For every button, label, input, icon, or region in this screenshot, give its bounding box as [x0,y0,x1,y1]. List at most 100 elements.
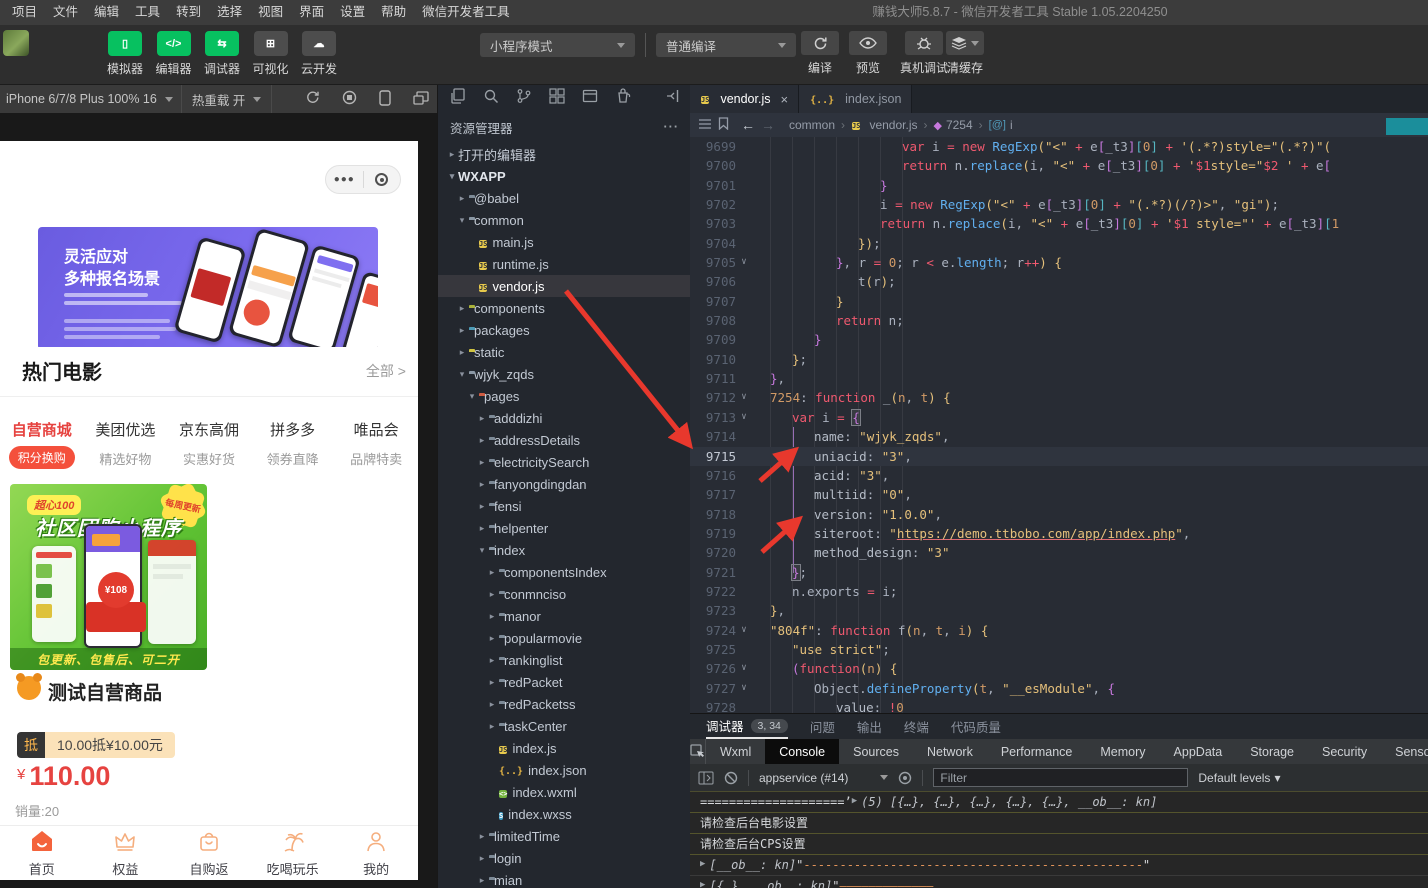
action-layers[interactable]: 清缓存 [945,31,985,76]
code-line-9717[interactable]: 9717multiid: "0", [690,485,1428,504]
clear-console-icon[interactable] [724,771,738,785]
tree-item-limitedTime[interactable]: ▸limitedTime [438,825,690,847]
shop-tab-自营商城[interactable]: 自营商城积分换购 [0,413,84,481]
tree-item-runtime.js[interactable]: JSruntime.js [438,253,690,275]
breadcrumb-item-vendor.js[interactable]: JSvendor.js [851,117,917,133]
tree-item-components[interactable]: ▸components [438,297,690,319]
tree-item-componentsIndex[interactable]: ▸componentsIndex [438,561,690,583]
project-avatar[interactable] [3,30,29,56]
tabbar-item-我的[interactable]: 我的 [334,826,418,880]
back-icon[interactable]: ← [741,117,755,133]
tabbar-item-自购返[interactable]: 自购返 [167,826,251,880]
debugger-tab-问题[interactable]: 问题 [810,714,835,739]
action-refresh[interactable]: 编译 [800,31,840,76]
tree-item-taskCenter[interactable]: ▸taskCenter [438,715,690,737]
code-line-9719[interactable]: 9719siteroot: "https://demo.ttbobo.com/a… [690,524,1428,543]
eye-target-icon[interactable] [898,771,912,785]
tree-item-helpenter[interactable]: ▸helpenter [438,517,690,539]
devtools-tab-Sensor[interactable]: Sensor [1381,739,1428,764]
tabbar-item-首页[interactable]: 首页 [0,826,84,880]
menu-item[interactable]: 界面 [291,0,332,25]
device-select[interactable]: iPhone 6/7/8 Plus 100% 16 [0,85,182,113]
more-actions-icon[interactable]: ··· [664,120,680,134]
breadcrumb-item-7254[interactable]: ◆7254 [933,118,972,132]
log-levels-select[interactable]: Default levels ▾ [1198,771,1280,785]
tree-item-vendor.js[interactable]: JSvendor.js [438,275,690,297]
shop-tab-美团优选[interactable]: 美团优选精选好物 [84,413,168,481]
code-line-9722[interactable]: 9722n.exports = i; [690,582,1428,601]
tree-item-fensi[interactable]: ▸fensi [438,495,690,517]
action-eye[interactable]: 预览 [848,31,888,76]
source-control-icon[interactable] [516,88,532,109]
menu-item[interactable]: 选择 [209,0,250,25]
code-line-9723[interactable]: 9723}, [690,601,1428,620]
tree-item-login[interactable]: ▸login [438,847,690,869]
tree-item-redPacketss[interactable]: ▸redPacketss [438,693,690,715]
menu-item[interactable]: 设置 [332,0,373,25]
collapse-panel-icon[interactable] [665,88,681,109]
shop-tab-拼多多[interactable]: 拼多多领券直降 [251,413,335,481]
code-line-9703[interactable]: 9703return n.replace(i, "<" + e[_t3][0] … [690,214,1428,233]
code-line-9707[interactable]: 9707} [690,292,1428,311]
editor-tab-vendor.js[interactable]: JSvendor.js× [690,85,799,113]
tree-item-rankinglist[interactable]: ▸rankinglist [438,649,690,671]
toolbar-button-cloud[interactable]: ☁云开发 [295,31,343,77]
close-icon[interactable]: × [780,92,788,107]
files-icon[interactable] [450,88,466,109]
action-bug[interactable]: 真机调试 [896,31,952,76]
tree-item-@babel[interactable]: ▸@babel [438,187,690,209]
code-line-9714[interactable]: 9714name: "wjyk_zqds", [690,427,1428,446]
console-row[interactable]: ====================’ ▶ (5) [{…}, {…}, {… [690,792,1428,813]
devtools-tab-AppData[interactable]: AppData [1160,739,1237,764]
code-line-9705[interactable]: 9705∨}, r = 0; r < e.length; r++) { [690,253,1428,272]
console-row[interactable]: ▶ [{…}, __ob__: kn] "————————————— [690,876,1428,888]
code-line-9702[interactable]: 9702i = new RegExp("<" + e[_t3][0] + "(.… [690,195,1428,214]
code-line-9720[interactable]: 9720method_design: "3" [690,543,1428,562]
window-icon[interactable] [582,88,598,109]
fold-icon[interactable]: ∨ [736,408,752,427]
fold-icon[interactable]: ∨ [736,388,752,407]
code-line-9709[interactable]: 9709} [690,330,1428,349]
tree-item-static[interactable]: ▸static [438,341,690,363]
section-more-link[interactable]: 全部 > [366,361,406,381]
tree-item-index.js[interactable]: JSindex.js [438,737,690,759]
fold-icon[interactable]: ∨ [736,679,752,698]
debug-tools-icon[interactable] [615,88,631,109]
code-line-9704[interactable]: 9704}); [690,234,1428,253]
menu-item[interactable]: 转到 [168,0,209,25]
toolbar-button-flow[interactable]: ⇆调试器 [198,31,246,77]
code-line-9721[interactable]: 9721}; [690,563,1428,582]
tree-item-WXAPP[interactable]: ▾WXAPP [438,165,690,187]
devtools-tab-Wxml[interactable]: Wxml [706,739,765,764]
sidebar-toggle-icon[interactable] [698,771,714,785]
tree-item-打开的编辑器[interactable]: ▸打开的编辑器 [438,143,690,165]
tree-item-index[interactable]: ▾index [438,539,690,561]
refresh-icon[interactable] [305,90,320,108]
code-line-9727[interactable]: 9727∨Object.defineProperty(t, "__esModul… [690,679,1428,698]
tree-item-manor[interactable]: ▸manor [438,605,690,627]
tree-item-addressDetails[interactable]: ▸addressDetails [438,429,690,451]
tree-item-packages[interactable]: ▸packages [438,319,690,341]
code-line-9712[interactable]: 9712∨7254: function _(n, t) { [690,388,1428,407]
console-row[interactable]: ▶ [__ob__: kn] "------------------------… [690,855,1428,876]
code-line-9701[interactable]: 9701} [690,176,1428,195]
fold-icon[interactable]: ∨ [736,659,752,678]
console-filter-input[interactable] [933,768,1188,787]
close-target-icon[interactable] [364,173,401,186]
code-line-9699[interactable]: 9699var i = new RegExp("<" + e[_t3][0] +… [690,137,1428,156]
devtools-tab-Security[interactable]: Security [1308,739,1381,764]
menu-item[interactable]: 文件 [45,0,86,25]
tree-item-adddizhi[interactable]: ▸adddizhi [438,407,690,429]
tree-item-mian[interactable]: ▸mian [438,869,690,888]
inspect-element-icon[interactable] [690,739,706,764]
capsule-menu[interactable]: ●●● [325,165,401,194]
more-icon[interactable]: ●●● [326,174,363,185]
fold-icon[interactable]: ∨ [736,621,752,640]
hot-reload-toggle[interactable]: 热重载 开 [182,85,272,113]
record-icon[interactable] [342,90,357,108]
search-icon[interactable] [483,88,499,109]
tabbar-item-吃喝玩乐[interactable]: 吃喝玩乐 [251,826,335,880]
compile-select[interactable]: 普通编译 [656,33,796,57]
mode-select[interactable]: 小程序模式 [480,33,635,57]
toolbar-button-phone[interactable]: ▯模拟器 [101,31,149,77]
